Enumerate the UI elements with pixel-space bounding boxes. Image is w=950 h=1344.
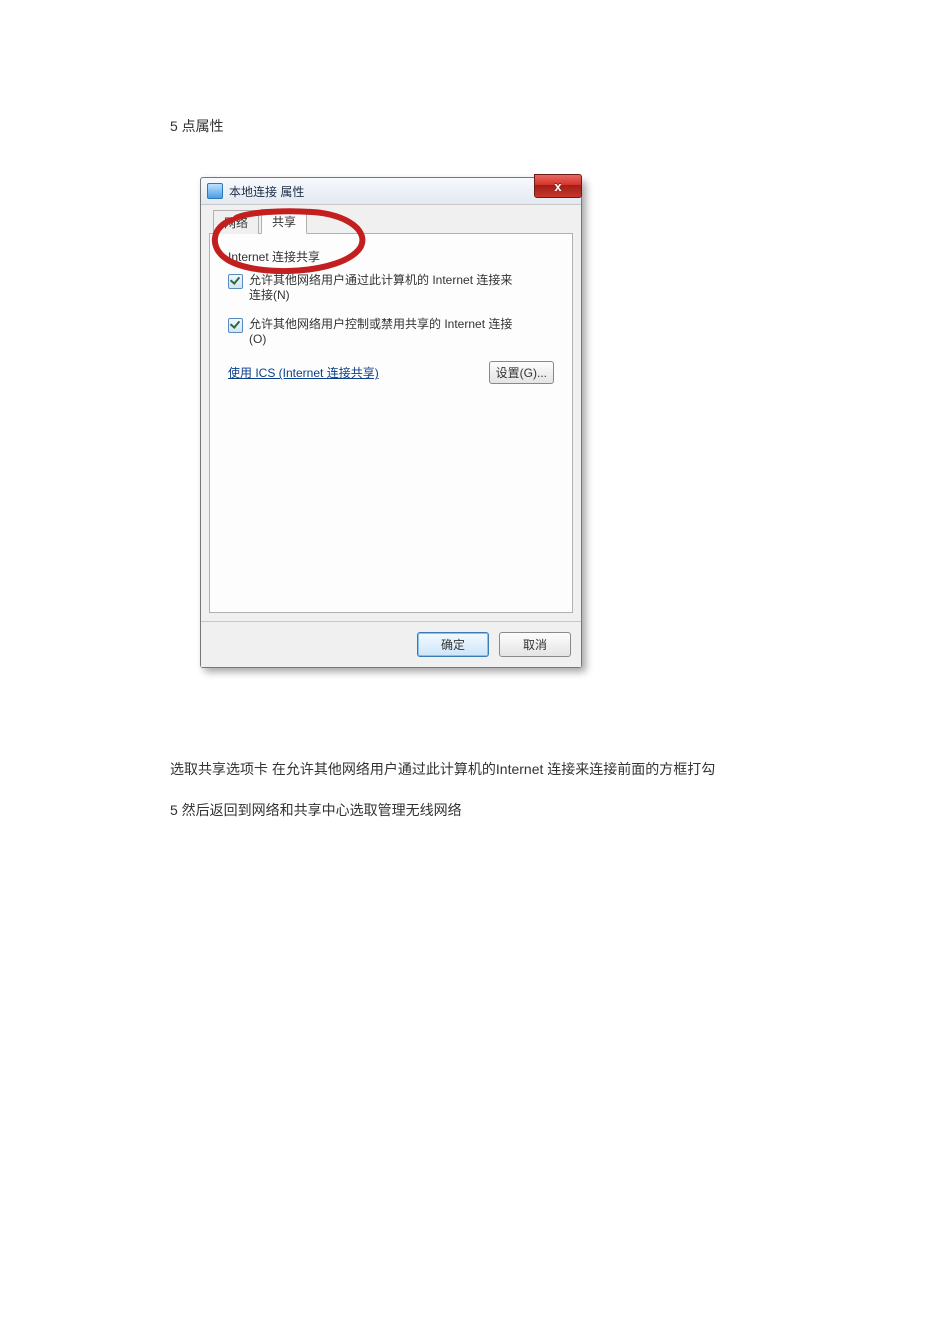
tab-share[interactable]: 共享 [261,209,307,234]
checkbox-allow-connect[interactable] [228,274,243,289]
close-icon: x [554,179,561,194]
ics-help-link[interactable]: 使用 ICS (Internet 连接共享) [228,364,379,381]
ics-link-row: 使用 ICS (Internet 连接共享) 设置(G)... [228,361,554,384]
group-title-ics: Internet 连接共享 [228,248,554,265]
checkbox-allow-control-label: 允许其他网络用户控制或禁用共享的 Internet 连接(O) [249,317,519,347]
share-tab-panel: Internet 连接共享 允许其他网络用户通过此计算机的 Internet 连… [209,234,573,613]
instruction-paragraph-1: 选取共享选项卡 在允许其他网络用户通过此计算机的Internet 连接来连接前面… [170,758,950,780]
checkbox-allow-connect-row: 允许其他网络用户通过此计算机的 Internet 连接来连接(N) [228,273,554,303]
instruction-paragraph-2: 5 然后返回到网络和共享中心选取管理无线网络 [170,799,950,821]
cancel-button[interactable]: 取消 [499,632,571,657]
checkbox-allow-control-row: 允许其他网络用户控制或禁用共享的 Internet 连接(O) [228,317,554,347]
checkbox-allow-control[interactable] [228,318,243,333]
dialog-title: 本地连接 属性 [229,183,304,200]
settings-button[interactable]: 设置(G)... [489,361,554,384]
checkbox-allow-connect-label: 允许其他网络用户通过此计算机的 Internet 连接来连接(N) [249,273,519,303]
step-5-title: 5 点属性 [170,115,950,137]
dialog-titlebar: 本地连接 属性 x [201,178,581,205]
network-adapter-icon [207,183,223,199]
close-button[interactable]: x [534,174,582,198]
dialog-client-area: 网络 共享 Internet 连接共享 允许其他网络用户通过此计算机的 Inte… [201,205,581,621]
dialog-button-bar: 确定 取消 [201,621,581,667]
properties-dialog: 本地连接 属性 x 网络 共享 Internet 连接共享 [200,177,582,668]
tab-network[interactable]: 网络 [213,210,259,234]
tab-strip: 网络 共享 [209,211,573,234]
ok-button[interactable]: 确定 [417,632,489,657]
